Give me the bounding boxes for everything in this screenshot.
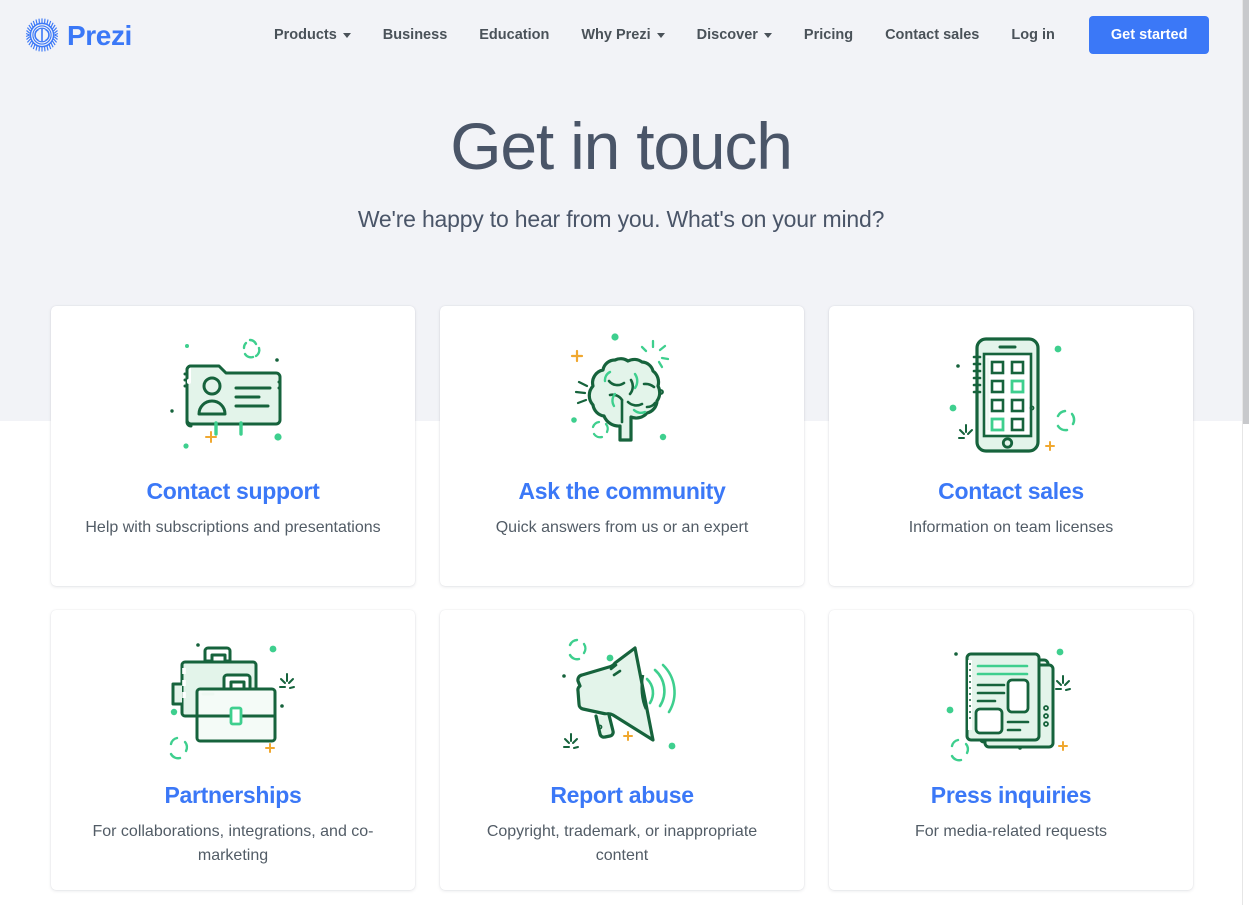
contact-options-grid: Contact support Help with subscriptions … — [51, 306, 1193, 890]
main-nav-links: Products Business Education Why Prezi Di… — [258, 15, 1210, 54]
brand-name: Prezi — [67, 19, 132, 51]
nav-item-label: Products — [273, 26, 337, 43]
card-partnerships[interactable]: Partnerships For collaborations, integra… — [51, 610, 415, 890]
card-contact-sales[interactable]: Contact sales Information on team licens… — [829, 306, 1193, 586]
card-description: Quick answers from us or an expert — [495, 519, 749, 536]
card-title: Contact support — [146, 478, 320, 504]
page-subtitle: We're happy to hear from you. What's on … — [357, 205, 885, 232]
card-title: Report abuse — [550, 782, 694, 808]
page-root: Prezi Products Business Education Why Pr… — [0, 0, 1242, 905]
page-scrollbar[interactable] — [1242, 0, 1249, 905]
card-ask-the-community[interactable]: Ask the community Quick answers from us … — [440, 306, 804, 586]
nav-item-discover[interactable]: Discover — [681, 17, 788, 53]
tablet-apps-icon — [936, 324, 1086, 472]
top-navigation-bar: Prezi Products Business Education Why Pr… — [0, 0, 1242, 69]
prezi-sunburst-logo-icon — [24, 17, 60, 53]
card-description: Information on team licenses — [908, 519, 1114, 536]
card-description: Copyright, trademark, or inappropriate c… — [486, 823, 758, 864]
nav-item-label: Pricing — [803, 26, 854, 43]
nav-item-label: Business — [382, 26, 448, 43]
contact-card-folder-icon — [158, 324, 308, 472]
newspaper-icon — [936, 628, 1086, 776]
nav-item-label: Discover — [696, 26, 758, 43]
nav-item-products[interactable]: Products — [258, 17, 367, 53]
briefcase-icon — [158, 628, 308, 776]
card-title: Partnerships — [164, 782, 302, 808]
nav-item-why-prezi[interactable]: Why Prezi — [565, 17, 680, 53]
card-description: Help with subscriptions and presentation… — [85, 519, 381, 536]
nav-item-label: Education — [479, 26, 550, 43]
card-report-abuse[interactable]: Report abuse Copyright, trademark, or in… — [440, 610, 804, 890]
nav-item-label: Contact sales — [885, 26, 980, 43]
chevron-down-icon — [342, 33, 351, 38]
card-title: Ask the community — [518, 478, 726, 504]
chevron-down-icon — [656, 33, 665, 38]
card-contact-support[interactable]: Contact support Help with subscriptions … — [51, 306, 415, 586]
get-started-button[interactable]: Get started — [1088, 15, 1210, 54]
nav-item-label: Why Prezi — [581, 26, 651, 43]
card-description: For media-related requests — [914, 823, 1108, 840]
prezi-logo-link[interactable]: Prezi — [24, 17, 132, 53]
nav-item-business[interactable]: Business — [367, 17, 463, 53]
chevron-down-icon — [763, 33, 772, 38]
card-description: For collaborations, integrations, and co… — [92, 823, 374, 864]
card-press-inquiries[interactable]: Press inquiries For media-related reques… — [829, 610, 1193, 890]
nav-item-contact-sales[interactable]: Contact sales — [869, 17, 995, 53]
nav-item-log-in[interactable]: Log in — [995, 17, 1071, 53]
nav-item-pricing[interactable]: Pricing — [788, 17, 869, 53]
card-title: Press inquiries — [930, 782, 1092, 808]
megaphone-icon — [547, 628, 697, 776]
scrollbar-thumb[interactable] — [1243, 0, 1249, 424]
brain-icon — [547, 324, 697, 472]
card-title: Contact sales — [938, 478, 1084, 504]
nav-item-education[interactable]: Education — [463, 17, 565, 53]
page-title: Get in touch — [450, 109, 793, 183]
hero-section: Get in touch We're happy to hear from yo… — [0, 109, 1242, 233]
nav-item-label: Log in — [1011, 26, 1055, 43]
